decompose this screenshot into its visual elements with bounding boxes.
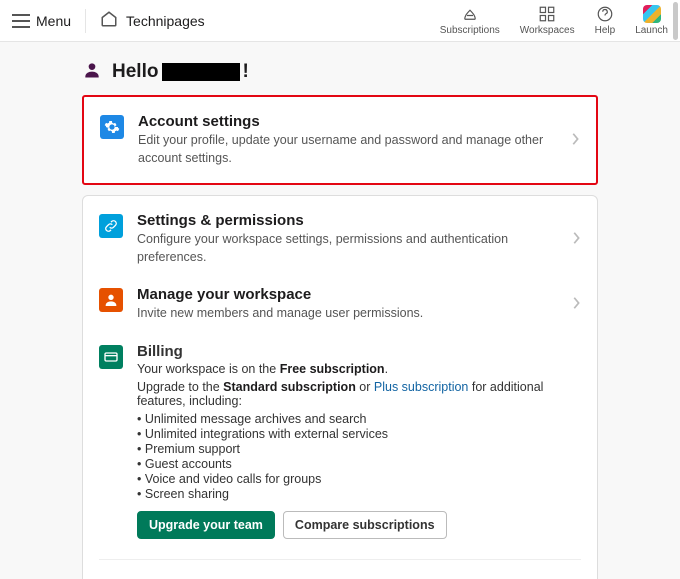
settings-permissions-row[interactable]: Settings & permissions Configure your wo… [99,212,581,276]
nav-label: Subscriptions [440,25,500,36]
user-icon [82,60,102,83]
workspace-settings-card: Settings & permissions Configure your wo… [82,195,598,579]
workspace-name: Technipages [126,13,205,29]
chevron-right-icon [571,231,581,248]
chevron-right-icon [571,296,581,313]
row-title: Billing [137,343,581,360]
account-settings-card: Account settings Edit your profile, upda… [82,95,598,185]
billing-feature-item: Screen sharing [137,487,581,501]
home-icon [100,10,118,31]
plus-subscription-link[interactable]: Plus subscription [374,380,469,394]
row-desc: Invite new members and manage user permi… [137,305,557,323]
hello-header: Hello ! [82,60,598,83]
gear-icon [100,115,124,139]
billing-line1: Your workspace is on the Free subscripti… [137,362,581,376]
divider [99,559,581,560]
billing-feature-item: Premium support [137,442,581,456]
billing-feature-item: Unlimited integrations with external ser… [137,427,581,441]
nav-launch[interactable]: Launch [635,5,668,36]
customise-slack-row[interactable]: Customise Slack Use these settings to ma… [99,570,581,579]
credit-card-icon [99,345,123,369]
billing-line2: Upgrade to the Standard subscription or … [137,380,581,408]
row-title: Settings & permissions [137,212,557,229]
row-title: Account settings [138,113,556,130]
workspace-home-button[interactable]: Technipages [100,10,205,31]
page-body: Hello ! Account settings Edit your profi… [0,42,680,579]
topbar-nav: Subscriptions Workspaces Help Launch [440,5,668,36]
menu-button[interactable]: Menu [12,13,71,29]
nav-workspaces[interactable]: Workspaces [520,5,575,36]
menu-label: Menu [36,13,71,29]
row-desc: Edit your profile, update your username … [138,132,556,167]
nav-label: Launch [635,25,668,36]
nav-label: Help [595,25,616,36]
topbar: Menu Technipages Subscriptions Workspace… [0,0,680,42]
person-icon [99,288,123,312]
scrollbar-thumb[interactable] [673,2,678,40]
link-icon [99,214,123,238]
separator [85,9,86,33]
slack-logo-icon [643,5,661,23]
compare-subscriptions-button[interactable]: Compare subscriptions [283,511,447,539]
account-settings-row[interactable]: Account settings Edit your profile, upda… [100,113,580,167]
row-desc: Configure your workspace settings, permi… [137,231,557,266]
row-title: Manage your workspace [137,286,557,303]
billing-row: Billing Your workspace is on the Free su… [99,333,581,549]
billing-feature-list: Unlimited message archives and searchUnl… [137,412,581,501]
hamburger-icon [12,14,30,28]
manage-workspace-row[interactable]: Manage your workspace Invite new members… [99,276,581,333]
upgrade-team-button[interactable]: Upgrade your team [137,511,275,539]
redacted-username [162,63,240,81]
nav-label: Workspaces [520,25,575,36]
page-title: Hello ! [112,61,249,83]
nav-subscriptions[interactable]: Subscriptions [440,5,500,36]
chevron-right-icon [570,132,580,149]
billing-feature-item: Unlimited message archives and search [137,412,581,426]
nav-help[interactable]: Help [595,5,616,36]
billing-feature-item: Guest accounts [137,457,581,471]
billing-feature-item: Voice and video calls for groups [137,472,581,486]
